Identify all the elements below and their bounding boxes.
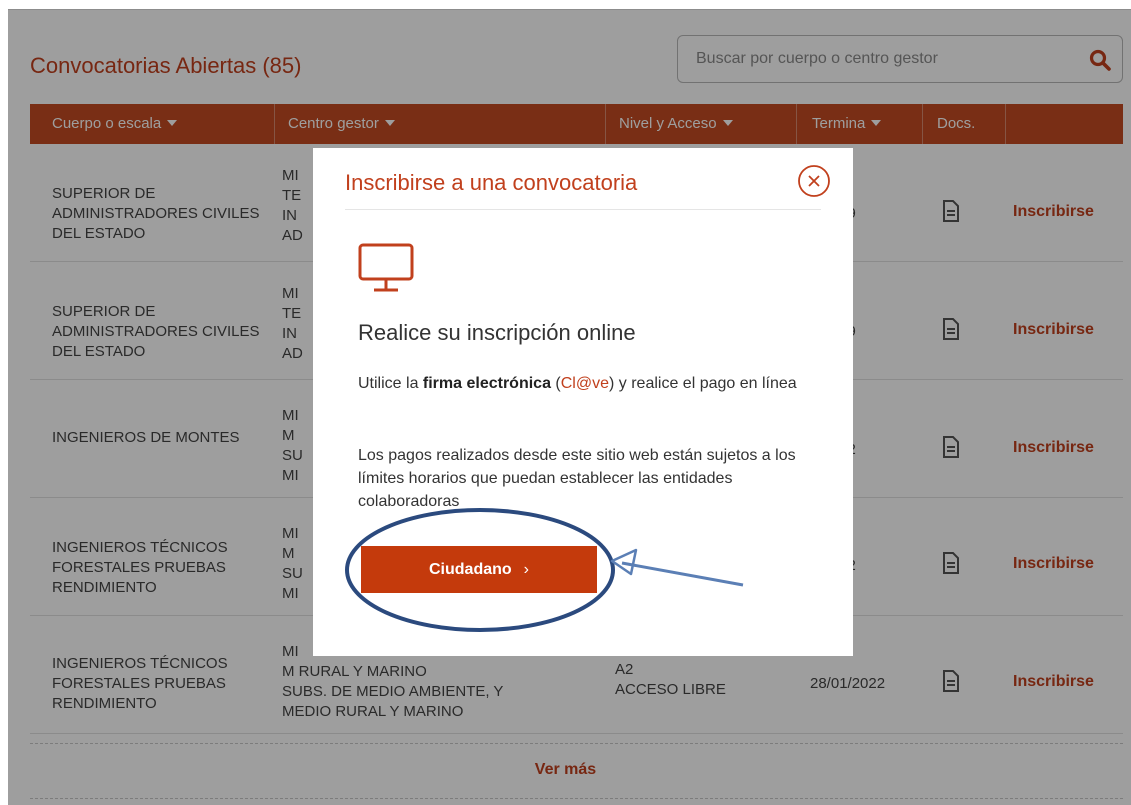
- monitor-icon: [358, 243, 414, 292]
- firma-electronica-text: firma electrónica: [422, 375, 551, 392]
- modal-heading: Realice su inscripción online: [358, 320, 636, 345]
- modal-title: Inscribirse a una convocatoria: [345, 170, 638, 195]
- ciudadano-button[interactable]: Ciudadano ›: [361, 546, 597, 593]
- chevron-right-icon: ›: [523, 560, 529, 578]
- modal-divider: [345, 209, 821, 210]
- modal-payment-note: Los pagos realizados desde este sitio we…: [358, 447, 796, 510]
- modal-instructions: Utilice la firma electrónica (Cl@ve) y r…: [358, 375, 797, 392]
- ciudadano-button-label: Ciudadano: [429, 560, 512, 578]
- inscription-modal: Inscribirse a una convocatoria Realice s…: [313, 148, 853, 656]
- close-icon[interactable]: [797, 164, 831, 198]
- clave-link[interactable]: Cl@ve: [561, 375, 609, 392]
